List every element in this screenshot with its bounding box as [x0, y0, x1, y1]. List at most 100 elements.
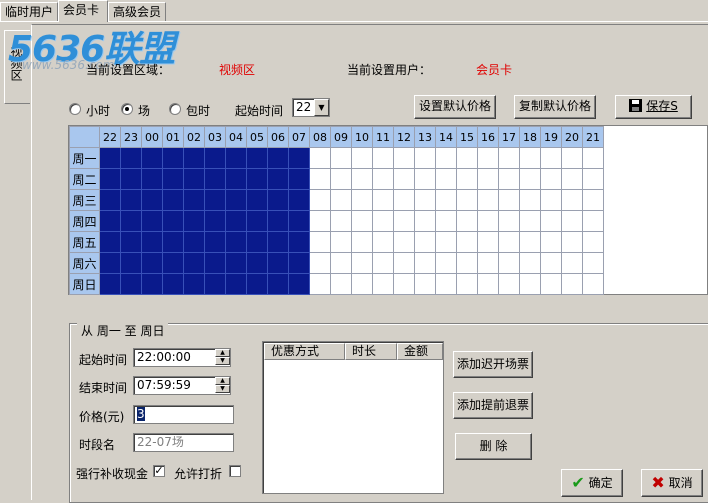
schedule-cell[interactable] — [456, 252, 478, 274]
schedule-cell[interactable] — [393, 231, 415, 253]
schedule-cell[interactable] — [99, 168, 121, 190]
schedule-cell[interactable] — [582, 231, 604, 253]
schedule-cell[interactable] — [183, 210, 205, 232]
schedule-cell[interactable] — [351, 273, 373, 295]
add-early-refund-button[interactable]: 添加提前退票 — [453, 392, 533, 419]
schedule-cell[interactable] — [498, 210, 520, 232]
schedule-cell[interactable] — [372, 147, 394, 169]
hour-header-02[interactable]: 02 — [183, 126, 205, 148]
schedule-cell[interactable] — [162, 210, 184, 232]
hour-header-14[interactable]: 14 — [435, 126, 457, 148]
schedule-cell[interactable] — [540, 231, 562, 253]
tab-member-card[interactable]: 会员卡 — [58, 0, 108, 22]
hour-header-23[interactable]: 23 — [120, 126, 142, 148]
schedule-cell[interactable] — [120, 252, 142, 274]
schedule-cell[interactable] — [120, 273, 142, 295]
schedule-cell[interactable] — [267, 210, 289, 232]
schedule-cell[interactable] — [414, 210, 436, 232]
add-late-ticket-button[interactable]: 添加迟开场票 — [453, 351, 533, 378]
schedule-cell[interactable] — [288, 210, 310, 232]
schedule-cell[interactable] — [435, 147, 457, 169]
day-header[interactable]: 周三 — [69, 189, 100, 211]
schedule-cell[interactable] — [582, 147, 604, 169]
start-time-field[interactable]: 22:00:00 ▲ ▼ — [133, 348, 231, 367]
schedule-cell[interactable] — [456, 210, 478, 232]
spin-down-icon[interactable]: ▼ — [215, 357, 230, 365]
schedule-cell[interactable] — [330, 168, 352, 190]
schedule-cell[interactable] — [561, 189, 583, 211]
schedule-cell[interactable] — [225, 147, 247, 169]
schedule-cell[interactable] — [288, 168, 310, 190]
hour-header-00[interactable]: 00 — [141, 126, 163, 148]
schedule-cell[interactable] — [519, 210, 541, 232]
schedule-cell[interactable] — [498, 231, 520, 253]
copy-default-price-button[interactable]: 复制默认价格 — [514, 95, 596, 119]
schedule-cell[interactable] — [162, 231, 184, 253]
schedule-cell[interactable] — [120, 168, 142, 190]
schedule-cell[interactable] — [309, 210, 331, 232]
schedule-cell[interactable] — [519, 252, 541, 274]
hour-header-01[interactable]: 01 — [162, 126, 184, 148]
hour-header-16[interactable]: 16 — [477, 126, 499, 148]
schedule-cell[interactable] — [372, 273, 394, 295]
schedule-cell[interactable] — [183, 252, 205, 274]
schedule-cell[interactable] — [519, 231, 541, 253]
schedule-cell[interactable] — [330, 210, 352, 232]
schedule-cell[interactable] — [372, 210, 394, 232]
schedule-cell[interactable] — [288, 231, 310, 253]
schedule-cell[interactable] — [246, 147, 268, 169]
schedule-cell[interactable] — [141, 147, 163, 169]
schedule-cell[interactable] — [372, 189, 394, 211]
hour-header-13[interactable]: 13 — [414, 126, 436, 148]
schedule-cell[interactable] — [393, 147, 415, 169]
schedule-cell[interactable] — [435, 210, 457, 232]
price-field[interactable]: 3 — [133, 405, 234, 424]
period-name-field[interactable]: 22-07场 — [133, 433, 234, 452]
schedule-cell[interactable] — [540, 210, 562, 232]
schedule-cell[interactable] — [477, 147, 499, 169]
hour-header-12[interactable]: 12 — [393, 126, 415, 148]
start-hour-select[interactable]: 22 ▼ — [292, 98, 330, 117]
schedule-cell[interactable] — [498, 189, 520, 211]
schedule-cell[interactable] — [414, 231, 436, 253]
schedule-cell[interactable] — [393, 252, 415, 274]
hour-header-19[interactable]: 19 — [540, 126, 562, 148]
schedule-cell[interactable] — [246, 168, 268, 190]
schedule-cell[interactable] — [561, 210, 583, 232]
force-cash-checkbox[interactable]: ✓ — [153, 465, 165, 477]
schedule-cell[interactable] — [498, 252, 520, 274]
schedule-cell[interactable] — [225, 252, 247, 274]
schedule-cell[interactable] — [582, 168, 604, 190]
schedule-cell[interactable] — [204, 273, 226, 295]
schedule-cell[interactable] — [393, 210, 415, 232]
schedule-cell[interactable] — [330, 273, 352, 295]
radio-hour[interactable] — [69, 103, 81, 115]
cancel-button[interactable]: ✖ 取消 — [641, 469, 703, 497]
schedule-cell[interactable] — [183, 273, 205, 295]
tab-premium-member[interactable]: 高级会员 — [108, 2, 166, 22]
schedule-cell[interactable] — [561, 273, 583, 295]
schedule-cell[interactable] — [120, 231, 142, 253]
schedule-cell[interactable] — [351, 231, 373, 253]
schedule-cell[interactable] — [99, 210, 121, 232]
hour-header-11[interactable]: 11 — [372, 126, 394, 148]
schedule-cell[interactable] — [120, 147, 142, 169]
schedule-cell[interactable] — [225, 168, 247, 190]
schedule-cell[interactable] — [435, 231, 457, 253]
schedule-cell[interactable] — [498, 273, 520, 295]
spin-up-icon[interactable]: ▲ — [215, 349, 230, 357]
hour-header-18[interactable]: 18 — [519, 126, 541, 148]
schedule-cell[interactable] — [204, 168, 226, 190]
schedule-cell[interactable] — [309, 189, 331, 211]
schedule-cell[interactable] — [582, 210, 604, 232]
discount-list[interactable]: 优惠方式 时长 金额 — [262, 341, 444, 494]
schedule-cell[interactable] — [330, 189, 352, 211]
schedule-cell[interactable] — [225, 189, 247, 211]
schedule-cell[interactable] — [351, 147, 373, 169]
hour-header-15[interactable]: 15 — [456, 126, 478, 148]
hour-header-03[interactable]: 03 — [204, 126, 226, 148]
hour-header-06[interactable]: 06 — [267, 126, 289, 148]
schedule-cell[interactable] — [582, 252, 604, 274]
schedule-cell[interactable] — [372, 168, 394, 190]
schedule-cell[interactable] — [162, 168, 184, 190]
